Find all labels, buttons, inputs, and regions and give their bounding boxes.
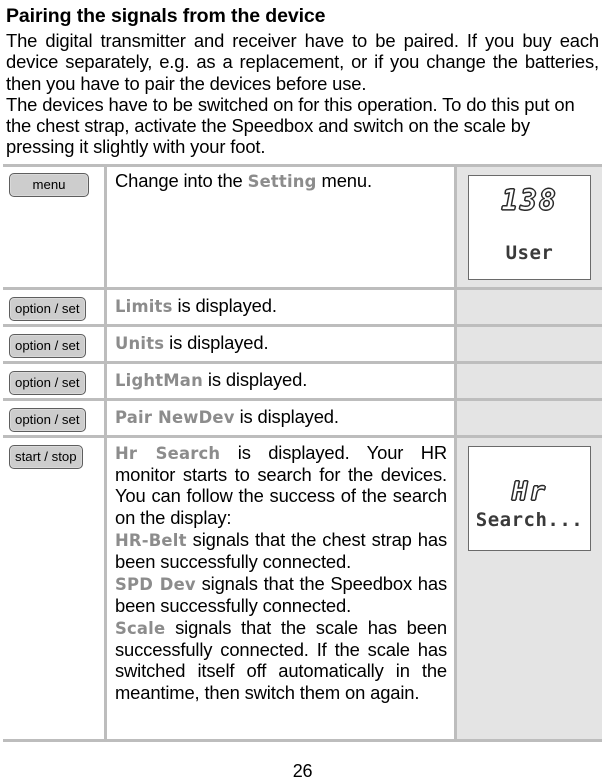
procedure-table: menu Change into the Setting menu. 138 U…: [3, 164, 602, 742]
row-description: Scale signals that the scale has been su…: [115, 617, 447, 703]
lcd-screen: 138 User: [468, 175, 591, 280]
display-word: Scale: [115, 619, 166, 639]
page-content: Pairing the signals from the device The …: [0, 0, 605, 158]
table-row: option / set Pair NewDev is displayed.: [3, 398, 602, 435]
row-button-cell: start / stop: [3, 438, 107, 739]
page-number: 26: [292, 761, 313, 781]
table-row: option / set LightMan is displayed.: [3, 361, 602, 398]
row-text-after: menu.: [316, 170, 373, 191]
row-description: Pair NewDev is displayed.: [115, 406, 447, 428]
option-set-button[interactable]: option / set: [9, 297, 86, 322]
lcd-matrix-label: Search...: [475, 509, 584, 531]
lcd-segment-value: 138: [501, 184, 558, 218]
display-word: Limits: [115, 297, 173, 316]
row-display-cell: [457, 290, 602, 324]
row-display-cell: 138 User: [457, 167, 602, 287]
row-text-before: Change into the: [115, 170, 248, 191]
display-word: SPD Dev: [115, 575, 196, 595]
row-description-cell: Pair NewDev is displayed.: [107, 401, 457, 435]
table-row: option / set Units is displayed.: [3, 324, 602, 361]
row-text-after: signals that the scale has been successf…: [115, 617, 447, 703]
row-description: Change into the Setting menu.: [115, 170, 447, 192]
row-button-cell: option / set: [3, 401, 107, 435]
row-button-cell: menu: [3, 167, 107, 287]
table-row: start / stop Hr Search is displayed. You…: [3, 435, 602, 742]
row-description: Hr Search is displayed. Your HR monitor …: [115, 442, 447, 528]
row-description: Units is displayed.: [115, 332, 447, 354]
display-word: Pair NewDev: [115, 408, 235, 427]
row-description: SPD Dev signals that the Speedbox has be…: [115, 573, 447, 616]
row-description-cell: Change into the Setting menu.: [107, 167, 457, 287]
option-set-button[interactable]: option / set: [9, 371, 86, 396]
row-text-after: is displayed.: [164, 332, 269, 353]
menu-button[interactable]: menu: [9, 173, 89, 198]
row-text-after: is displayed.: [202, 369, 308, 390]
lcd-segment-value: Hr: [511, 477, 548, 508]
display-word: LightMan: [115, 371, 203, 390]
display-word: HR-Belt: [115, 531, 187, 551]
row-description: HR-Belt signals that the chest strap has…: [115, 529, 447, 572]
row-description: Limits is displayed.: [115, 295, 447, 317]
manual-page: Pairing the signals from the device The …: [0, 0, 605, 784]
intro-paragraph-2: The devices have to be switched on for t…: [6, 93, 575, 158]
row-display-cell: [457, 364, 602, 398]
option-set-button[interactable]: option / set: [9, 408, 86, 433]
display-word: Setting: [247, 172, 317, 191]
lcd-screen: Hr Search...: [468, 446, 591, 551]
row-display-cell: Hr Search...: [457, 438, 602, 739]
row-description: LightMan is displayed.: [115, 369, 447, 391]
display-word: Units: [115, 334, 165, 353]
option-set-button[interactable]: option / set: [9, 334, 86, 359]
table-row: menu Change into the Setting menu. 138 U…: [3, 164, 602, 287]
page-title: Pairing the signals from the device: [6, 5, 326, 27]
row-display-cell: [457, 327, 602, 361]
row-description-cell: Units is displayed.: [107, 327, 457, 361]
row-button-cell: option / set: [3, 290, 107, 324]
row-display-cell: [457, 401, 602, 435]
row-description-cell: Hr Search is displayed. Your HR monitor …: [107, 438, 457, 739]
row-button-cell: option / set: [3, 327, 107, 361]
table-row: option / set Limits is displayed.: [3, 287, 602, 324]
row-text-after: is displayed.: [172, 295, 277, 316]
row-description-cell: Limits is displayed.: [107, 290, 457, 324]
lcd-matrix-label: User: [505, 242, 554, 264]
row-button-cell: option / set: [3, 364, 107, 398]
row-description-cell: LightMan is displayed.: [107, 364, 457, 398]
intro-paragraph-1: The digital transmitter and receiver hav…: [6, 30, 599, 94]
display-word: Hr Search: [115, 444, 221, 463]
start-stop-button[interactable]: start / stop: [9, 445, 83, 470]
row-text-after: is displayed.: [234, 406, 339, 427]
